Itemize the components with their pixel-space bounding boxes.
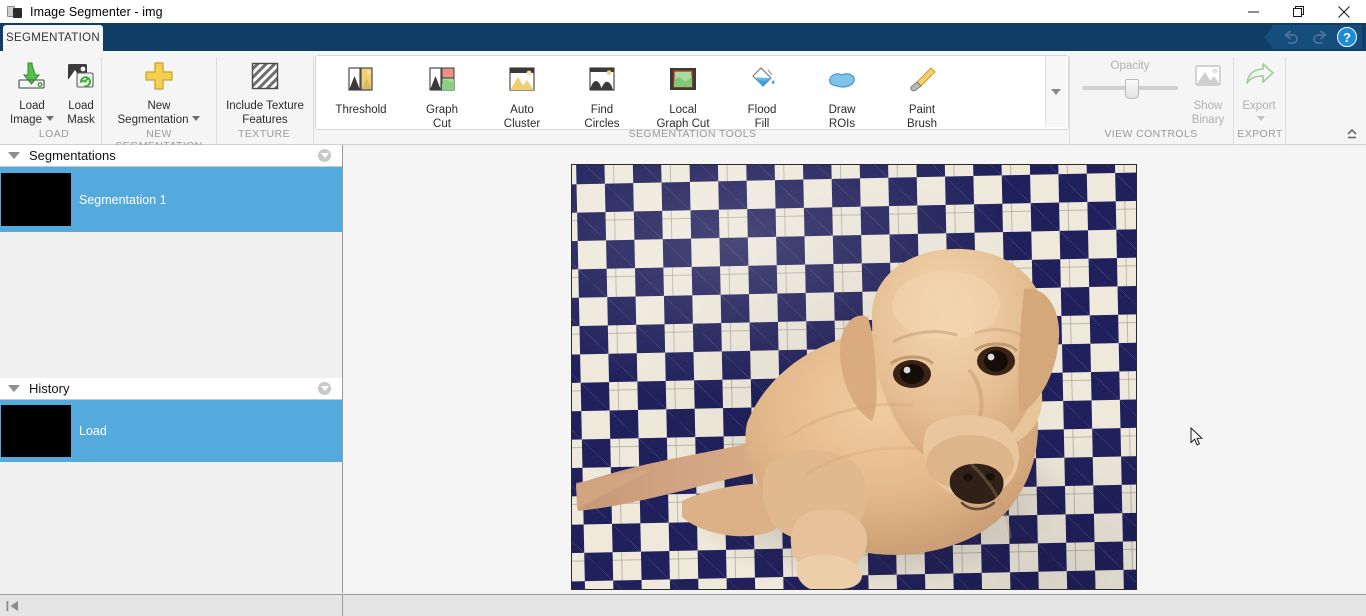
load-mask-button[interactable]: Load Mask: [56, 55, 106, 127]
segmentations-panel-header[interactable]: Segmentations: [0, 145, 342, 167]
dog-subject: [572, 165, 1136, 589]
segmentation-item-label: Segmentation 1: [79, 193, 167, 207]
paint-brush-icon: [906, 59, 938, 101]
auto-cluster-label: Auto Cluster: [504, 103, 540, 131]
group-label-load: LOAD: [6, 128, 102, 142]
local-graph-cut-label: Local Graph Cut: [656, 103, 709, 131]
new-segmentation-button[interactable]: New Segmentation: [106, 55, 212, 127]
find-circles-label: Find Circles: [584, 103, 619, 131]
tab-segmentation-label: SEGMENTATION: [6, 32, 100, 44]
history-panel-title: History: [29, 381, 69, 396]
window-controls: [1231, 0, 1366, 23]
status-bar: [0, 594, 1366, 616]
load-image-button[interactable]: Load Image: [6, 55, 58, 127]
export-label: Export: [1242, 99, 1275, 127]
collapse-ribbon-button[interactable]: [1344, 126, 1360, 142]
history-list-item[interactable]: Load: [0, 400, 342, 462]
auto-cluster-icon: [506, 59, 538, 101]
minimize-button[interactable]: [1231, 0, 1276, 23]
help-icon: ?: [1337, 27, 1357, 47]
show-binary-label: Show Binary: [1192, 99, 1225, 127]
title-bar: Image Segmenter - img: [0, 0, 1366, 23]
close-button[interactable]: [1321, 0, 1366, 23]
group-label-texture: TEXTURE: [216, 128, 312, 142]
panel-options-icon[interactable]: [318, 382, 331, 395]
local-graph-cut-button[interactable]: Local Graph Cut: [648, 59, 718, 131]
find-circles-icon: [586, 59, 618, 101]
redo-button[interactable]: [1306, 26, 1332, 48]
segmentation-list-item[interactable]: Segmentation 1: [0, 167, 342, 232]
draw-rois-label: Draw ROIs: [829, 103, 856, 131]
opacity-control: Opacity: [1082, 60, 1178, 90]
include-texture-features-label: Include Texture Features: [226, 99, 304, 127]
panel-collapse-arrow[interactable]: [8, 152, 20, 159]
image-segmenter-window: Image Segmenter - img SEGMENTATION: [0, 0, 1366, 616]
history-item-label: Load: [79, 424, 107, 438]
group-label-segmentation-tools: SEGMENTATION TOOLS: [320, 128, 1065, 142]
chevron-down-icon[interactable]: [46, 116, 54, 121]
tab-segmentation[interactable]: SEGMENTATION: [3, 25, 103, 51]
group-label-new-segmentation: NEW SEGMENTATION: [104, 128, 214, 142]
auto-cluster-button[interactable]: Auto Cluster: [490, 59, 554, 131]
show-binary-icon: [1192, 55, 1224, 97]
paint-brush-label: Paint Brush: [907, 103, 937, 131]
threshold-label: Threshold: [335, 103, 386, 117]
collapse-panel-button[interactable]: [6, 599, 20, 613]
help-button[interactable]: ?: [1334, 26, 1360, 48]
graph-cut-button[interactable]: Graph Cut: [410, 59, 474, 131]
paint-brush-button[interactable]: Paint Brush: [892, 59, 952, 131]
texture-icon: [250, 55, 280, 97]
undo-button[interactable]: [1278, 26, 1304, 48]
history-thumbnail: [1, 405, 71, 457]
segmentations-panel-title: Segmentations: [29, 148, 116, 163]
export-arrow-icon: [1242, 55, 1276, 97]
opacity-slider-thumb[interactable]: [1125, 79, 1139, 99]
opacity-slider[interactable]: [1082, 86, 1178, 90]
maximize-restore-button[interactable]: [1276, 0, 1321, 23]
find-circles-button[interactable]: Find Circles: [570, 59, 634, 131]
panel-options-icon[interactable]: [318, 149, 331, 162]
segmentation-image[interactable]: [572, 165, 1136, 589]
app-icon: [7, 5, 23, 19]
graph-cut-icon: [426, 59, 458, 101]
history-panel-body: Load: [0, 400, 342, 593]
segmentation-tools-overflow-button[interactable]: [1045, 56, 1066, 127]
local-graph-cut-icon: [667, 59, 699, 101]
new-segmentation-label: New Segmentation: [118, 99, 201, 127]
arrow-cursor: [1190, 427, 1204, 447]
load-mask-label: Load Mask: [67, 99, 94, 127]
export-button[interactable]: Export: [1234, 55, 1284, 127]
flood-fill-icon: [746, 59, 778, 101]
opacity-label: Opacity: [1082, 60, 1178, 72]
sidebar: Segmentations Segmentation 1 History Loa…: [0, 145, 343, 593]
draw-rois-button[interactable]: Draw ROIs: [812, 59, 872, 131]
chevron-down-icon[interactable]: [1257, 116, 1265, 121]
group-label-export: EXPORT: [1234, 128, 1286, 142]
segmentations-panel-body: Segmentation 1: [0, 167, 342, 378]
status-bar-divider: [342, 595, 343, 616]
history-panel-header[interactable]: History: [0, 378, 342, 400]
load-mask-icon: [64, 55, 98, 97]
chevron-down-icon[interactable]: [192, 116, 200, 121]
include-texture-features-button[interactable]: Include Texture Features: [218, 55, 312, 127]
panel-collapse-arrow[interactable]: [8, 385, 20, 392]
plus-icon: [143, 55, 175, 97]
segmentation-thumbnail: [1, 173, 71, 226]
threshold-icon: [345, 59, 377, 101]
show-binary-button[interactable]: Show Binary: [1182, 55, 1234, 127]
draw-rois-icon: [825, 59, 859, 101]
load-image-icon: [15, 55, 49, 97]
flood-fill-label: Flood Fill: [748, 103, 777, 131]
threshold-button[interactable]: Threshold: [325, 59, 397, 117]
chevron-down-icon: [1051, 89, 1061, 95]
tab-strip: SEGMENTATION ?: [0, 23, 1366, 51]
graph-cut-label: Graph Cut: [426, 103, 458, 131]
window-title: Image Segmenter - img: [30, 5, 163, 19]
image-canvas[interactable]: [343, 145, 1366, 593]
group-label-view-controls: VIEW CONTROLS: [1070, 128, 1232, 142]
flood-fill-button[interactable]: Flood Fill: [732, 59, 792, 131]
load-image-label: Load Image: [10, 99, 54, 127]
quick-access-toolbar: ?: [1278, 25, 1360, 49]
